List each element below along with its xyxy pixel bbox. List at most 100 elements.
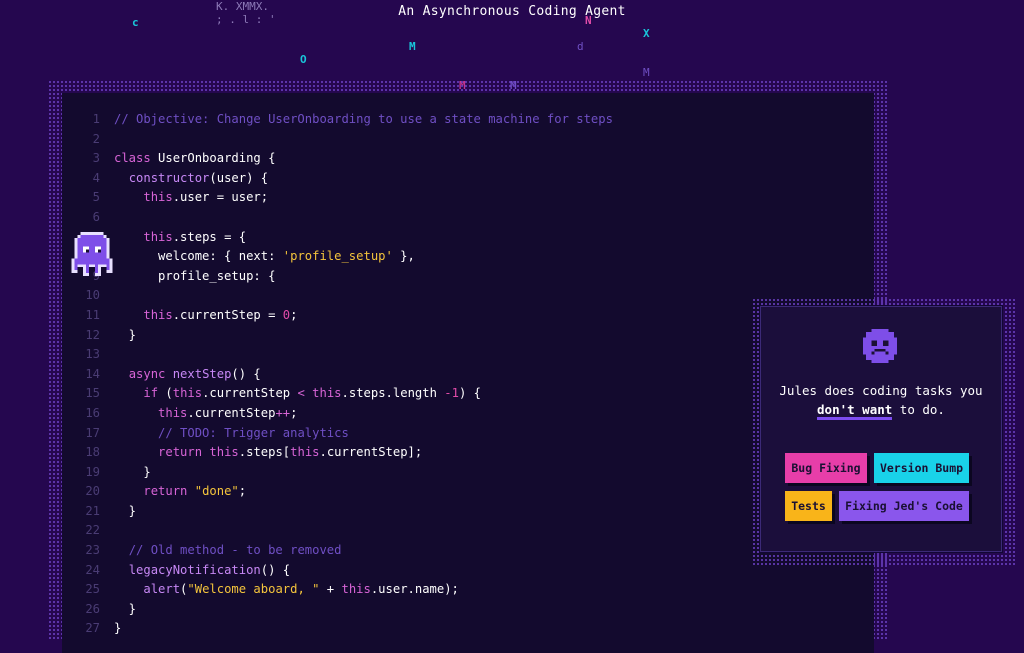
- code-token: return: [158, 445, 210, 460]
- code-token: this: [143, 190, 173, 205]
- code-line: 27}: [62, 619, 874, 639]
- code-token: }: [114, 601, 137, 616]
- code-token: (: [180, 582, 188, 597]
- card-description: Jules does coding tasks you don't want t…: [761, 381, 1001, 420]
- line-number: 1: [92, 112, 100, 126]
- line-number: 6: [92, 209, 100, 224]
- jules-info-card: Jules does coding tasks you don't want t…: [760, 306, 1002, 552]
- code-token: .steps.length: [341, 386, 445, 401]
- code-token: this: [290, 445, 320, 460]
- sad-face-icon: [863, 329, 897, 363]
- code-token: .currentStep: [202, 386, 298, 401]
- code-token: return: [143, 484, 195, 499]
- line-number: 14: [85, 366, 100, 381]
- octopus-mascot-icon: [71, 232, 113, 276]
- chip-fixing-jeds-code[interactable]: Fixing Jed's Code: [839, 491, 969, 521]
- code-token: constructor: [128, 170, 210, 185]
- code-token: .currentStep];: [319, 445, 423, 460]
- chip-version-bump[interactable]: Version Bump: [874, 453, 969, 483]
- code-token: },: [392, 249, 415, 264]
- code-token: 0: [282, 307, 291, 322]
- tagline: An Asynchronous Coding Agent: [398, 4, 626, 19]
- code-token: .currentStep =: [172, 307, 283, 322]
- scatter-glyph: K. XMMX.: [216, 0, 269, 13]
- code-token: .user.name);: [370, 582, 459, 597]
- code-token: if: [143, 386, 159, 401]
- code-token: }: [114, 503, 137, 518]
- code-token: () {: [260, 562, 291, 577]
- code-token: <: [297, 386, 305, 401]
- code-token: "done": [194, 484, 239, 499]
- code-token: this: [172, 386, 203, 401]
- line-number: 27: [85, 621, 100, 636]
- chip-tests[interactable]: Tests: [785, 491, 832, 521]
- scatter-glyph: M: [409, 40, 416, 53]
- card-text-rest: to do.: [892, 402, 945, 417]
- code-line: 25 alert("Welcome aboard, " + this .user.…: [62, 580, 874, 600]
- line-number: 10: [85, 288, 100, 303]
- code-line: 4 constructor (user) {: [62, 169, 874, 189]
- code-token: }: [114, 464, 151, 479]
- scatter-glyph: N: [585, 14, 592, 27]
- card-text-line2: don't want to do.: [761, 400, 1001, 420]
- code-token: }: [114, 621, 122, 636]
- code-line: 26 }: [62, 600, 874, 620]
- line-number: 12: [85, 327, 100, 342]
- line-number: 15: [85, 386, 100, 401]
- code-token: // Objective: Change UserOnboarding to u…: [114, 112, 613, 126]
- line-number: 19: [85, 464, 100, 479]
- code-token: profile_setup: {: [114, 268, 276, 283]
- chip-bug-fixing[interactable]: Bug Fixing: [785, 453, 867, 483]
- code-token: .steps[: [238, 445, 291, 460]
- code-token: -1: [444, 386, 459, 401]
- code-token: (user) {: [209, 170, 269, 185]
- code-token: this: [143, 229, 173, 244]
- code-token: class: [114, 151, 159, 166]
- scatter-glyph: c: [132, 16, 139, 29]
- code-token: .user = user;: [172, 190, 269, 205]
- line-number: 25: [85, 582, 100, 597]
- line-number: 18: [85, 445, 100, 460]
- code-token: +: [319, 582, 342, 597]
- code-token: // TODO: Trigger analytics: [158, 425, 349, 440]
- line-number: 16: [85, 405, 100, 420]
- code-token: (: [158, 386, 173, 401]
- line-number: 13: [85, 347, 100, 362]
- code-line: 2: [62, 130, 874, 150]
- code-token: this: [312, 386, 342, 401]
- scatter-glyph: d: [577, 40, 584, 53]
- code-token: 'profile_setup': [282, 249, 393, 264]
- code-token: this: [209, 445, 239, 460]
- line-number: 2: [92, 131, 100, 146]
- code-line: 8 welcome: { next: 'profile_setup' },: [62, 247, 874, 267]
- card-text-line1: Jules does coding tasks you: [779, 383, 983, 398]
- code-token: ;: [290, 405, 298, 420]
- code-token: async: [128, 366, 173, 381]
- code-token: // Old method - to be removed: [128, 543, 342, 558]
- code-line: 6: [62, 208, 874, 228]
- code-token: ++: [275, 405, 291, 420]
- line-number: 11: [85, 307, 100, 322]
- line-number: 23: [85, 543, 100, 558]
- code-line: 7 this.steps = {: [62, 228, 874, 248]
- line-number: 26: [85, 601, 100, 616]
- code-token: .currentStep: [187, 405, 276, 420]
- scatter-glyph: O: [300, 53, 307, 66]
- code-token: .steps = {: [172, 229, 247, 244]
- scatter-glyph: ; . l : ': [216, 13, 276, 26]
- line-number: 20: [85, 484, 100, 499]
- code-token: nextStep: [172, 366, 232, 381]
- line-number: 3: [92, 151, 100, 166]
- code-token: UserOnboarding {: [158, 151, 276, 166]
